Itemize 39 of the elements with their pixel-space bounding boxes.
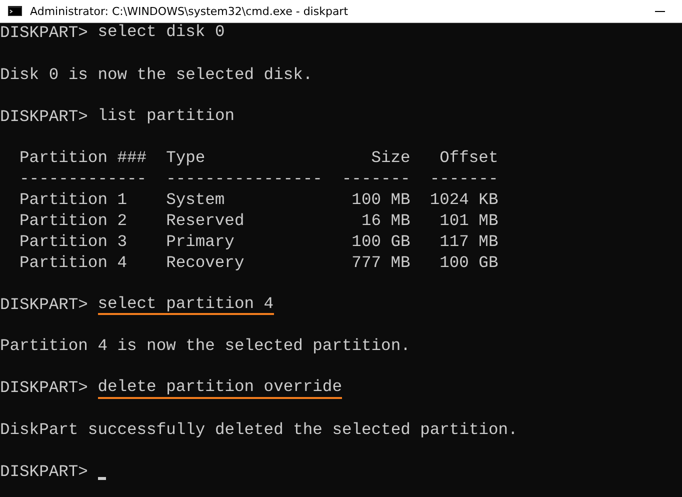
table-cell-text: Partition 3: [20, 232, 128, 253]
column-header: Offset: [438, 148, 498, 170]
column-header: Size: [370, 148, 410, 170]
table-cell-text: System: [166, 190, 226, 212]
table-cell-text: 100 MB: [350, 190, 410, 212]
window-title: Administrator: C:\WINDOWS\system32\cmd.exe - diskpart: [30, 4, 350, 18]
table-cell-text: 100 GB: [350, 232, 410, 253]
command-text: delete partition override: [98, 378, 342, 400]
table-cell-text: 101 MB: [438, 211, 498, 232]
console-icon: [8, 6, 22, 16]
prompt-text: DISKPART>: [0, 106, 88, 128]
table-cell-text: 100 GB: [438, 252, 498, 274]
column-header: Type: [166, 148, 206, 170]
separator-text: -------: [430, 169, 498, 190]
table-cell-text: 117 MB: [438, 232, 498, 253]
output-text: Partition 4 is now the selected partition.: [0, 336, 410, 358]
command-text: select partition 4: [98, 294, 274, 316]
output-text: Disk 0 is now the selected disk.: [0, 64, 313, 86]
separator-text: ----------------: [166, 169, 322, 190]
table-cell-text: Partition 2: [20, 211, 128, 232]
prompt-text: DISKPART>: [0, 378, 88, 400]
command-text: list partition: [98, 106, 234, 127]
separator-text: -------: [342, 169, 410, 190]
table-cell: 1024 KB: [430, 190, 498, 212]
minimize-icon: [655, 10, 665, 12]
column-header: Partition ###: [20, 148, 147, 170]
table-cell-text: Partition 4: [20, 252, 128, 274]
prompt-text: DISKPART>: [0, 23, 88, 44]
table-cell-text: Primary: [166, 232, 236, 253]
table-cell-text: 16 MB: [360, 211, 410, 232]
output-text: DiskPart successfully deleted the selected partition.: [0, 420, 518, 441]
table-cell-text: Recovery: [166, 252, 246, 274]
prompt-text: DISKPART>: [0, 294, 88, 316]
separator-text: -------------: [20, 169, 147, 190]
table-cell-text: 777 MB: [350, 252, 410, 274]
table-cell-text: Partition 1: [20, 190, 128, 212]
table-cell-text: Reserved: [166, 211, 246, 232]
prompt-text: DISKPART>: [0, 462, 88, 483]
command-text: select disk 0: [98, 23, 225, 43]
